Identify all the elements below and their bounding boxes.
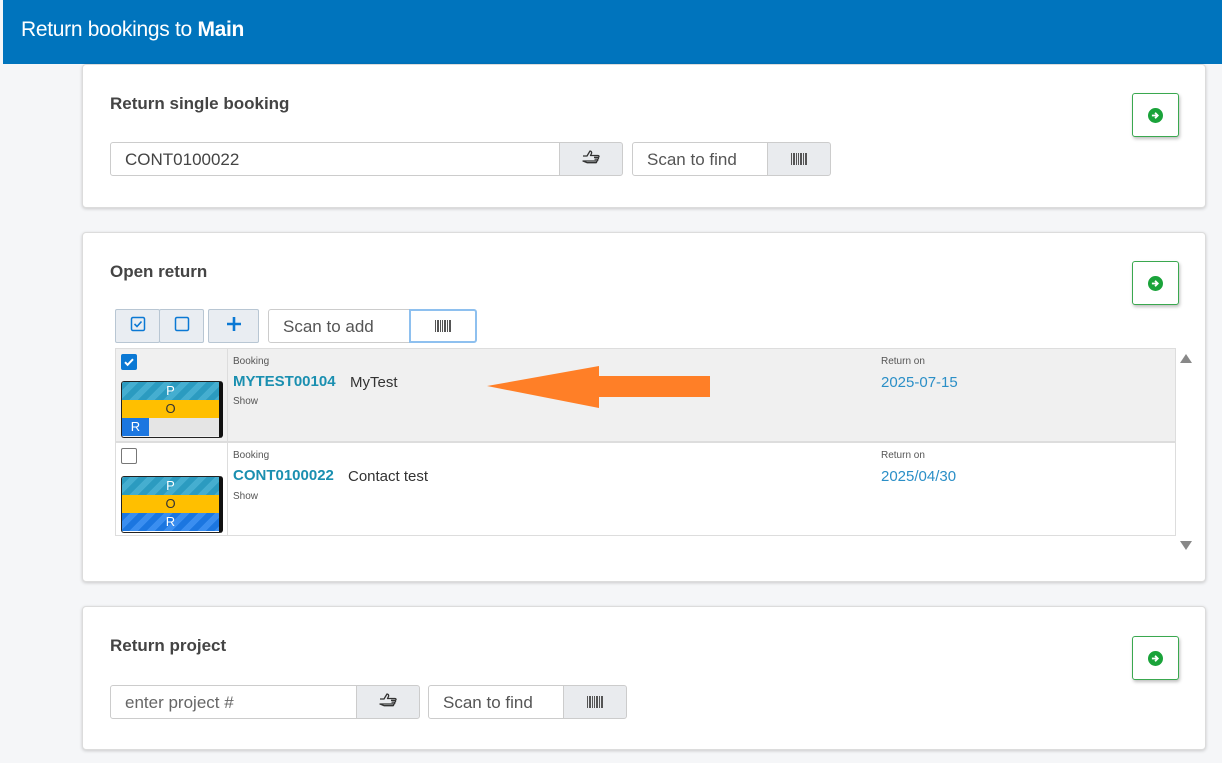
go-arrow-icon <box>1148 275 1163 291</box>
return-project-card: Return project <box>82 606 1206 750</box>
project-number-input[interactable]: enter project # <box>110 685 358 719</box>
barcode-icon <box>790 153 808 165</box>
annotation-arrow-icon <box>487 366 710 408</box>
add-booking-button[interactable] <box>208 309 259 343</box>
scan-to-find-box[interactable]: Scan to find <box>632 142 768 176</box>
scan-to-add-barcode-button[interactable] <box>409 309 477 343</box>
return-project-go-button[interactable] <box>1132 636 1179 680</box>
return-single-booking-card: Return single booking <box>82 64 1206 208</box>
select-booking-button[interactable] <box>559 142 623 176</box>
return-project-title: Return project <box>110 636 227 655</box>
return-on-label: Return on <box>881 356 925 367</box>
uncheck-all-button[interactable] <box>159 309 204 343</box>
status-p: P <box>122 382 219 400</box>
status-indicator: P O R <box>121 476 223 533</box>
show-link[interactable]: Show <box>233 491 258 502</box>
table-row[interactable]: P O R Booking CONT0100022 Contact test S… <box>115 442 1176 536</box>
return-single-booking-title: Return single booking <box>110 94 290 113</box>
header-location: Main <box>197 18 245 41</box>
uncheck-all-icon <box>174 316 190 337</box>
open-return-title: Open return <box>110 262 208 281</box>
booking-number-input[interactable]: CONT0100022 <box>110 142 560 176</box>
return-date: 2025-07-15 <box>881 374 958 391</box>
status-o: O <box>122 495 219 513</box>
check-all-button[interactable] <box>115 309 160 343</box>
go-arrow-icon <box>1148 107 1163 123</box>
booking-name: Contact test <box>348 468 429 485</box>
return-date: 2025/04/30 <box>881 468 957 485</box>
row-checkbox[interactable] <box>121 354 137 370</box>
status-indicator: P O R <box>121 381 223 438</box>
status-r: R <box>122 513 219 531</box>
scroll-down-icon[interactable] <box>1180 541 1192 550</box>
booking-label: Booking <box>233 450 270 461</box>
select-project-button[interactable] <box>356 685 420 719</box>
scroll-up-icon[interactable] <box>1180 354 1192 363</box>
scan-to-add-input[interactable]: Scan to add <box>268 309 410 343</box>
barcode-icon <box>586 696 604 708</box>
project-scan-to-find-box[interactable]: Scan to find <box>428 685 564 719</box>
booking-label: Booking <box>233 356 270 367</box>
check-all-icon <box>130 316 146 337</box>
page-header: Return bookings to Main <box>3 0 1222 64</box>
open-return-go-button[interactable] <box>1132 261 1179 305</box>
status-r: R <box>122 418 149 436</box>
plus-icon <box>225 315 243 338</box>
header-title: Return bookings to <box>21 18 192 41</box>
hand-point-icon <box>378 692 398 713</box>
booking-name: MyTest <box>350 374 398 391</box>
status-o: O <box>122 400 219 418</box>
hand-point-icon <box>581 149 601 170</box>
return-single-go-button[interactable] <box>1132 93 1179 137</box>
show-link[interactable]: Show <box>233 396 258 407</box>
project-scan-barcode-button[interactable] <box>563 685 627 719</box>
status-p: P <box>122 477 219 495</box>
scan-barcode-button[interactable] <box>767 142 831 176</box>
go-arrow-icon <box>1148 650 1163 666</box>
barcode-icon <box>434 320 452 332</box>
booking-code-link[interactable]: CONT0100022 <box>233 467 334 484</box>
return-on-label: Return on <box>881 450 925 461</box>
row-checkbox[interactable] <box>121 448 137 464</box>
booking-code-link[interactable]: MYTEST00104 <box>233 373 336 390</box>
